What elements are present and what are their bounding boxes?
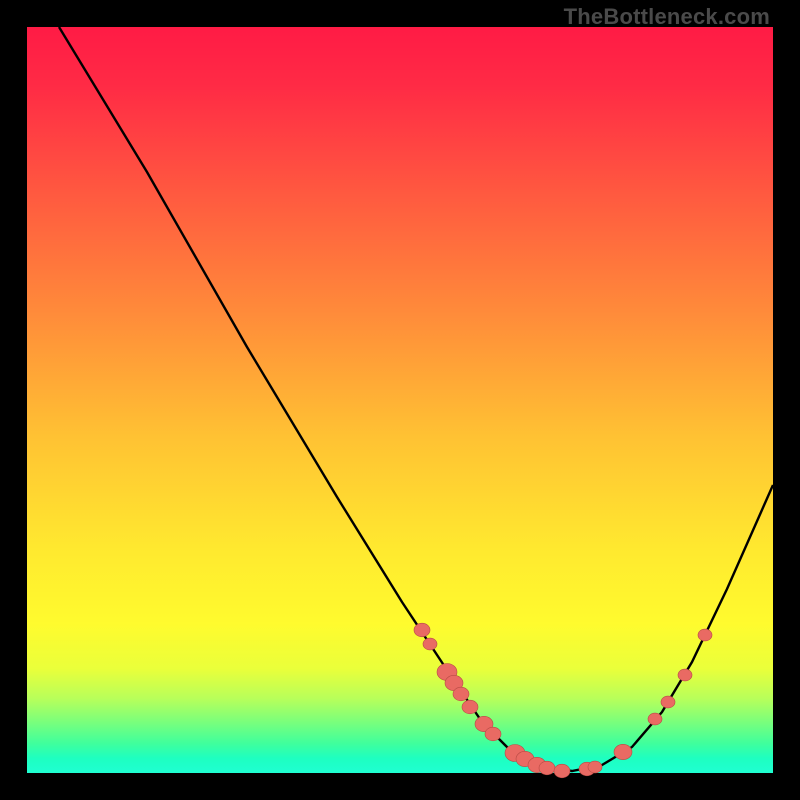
bottleneck-curve-chart <box>27 27 773 773</box>
curve-marker <box>423 638 437 650</box>
curve-marker <box>648 713 662 725</box>
curve-line <box>59 27 773 771</box>
curve-marker <box>554 764 570 778</box>
curve-marker <box>462 700 478 714</box>
curve-marker <box>588 761 602 773</box>
curve-marker <box>539 761 555 775</box>
curve-marker <box>698 629 712 641</box>
curve-marker <box>678 669 692 681</box>
curve-marker <box>414 623 430 637</box>
curve-marker <box>453 687 469 701</box>
curve-markers-group <box>414 623 712 778</box>
curve-marker <box>485 727 501 741</box>
curve-marker <box>614 744 632 759</box>
curve-marker <box>661 696 675 708</box>
